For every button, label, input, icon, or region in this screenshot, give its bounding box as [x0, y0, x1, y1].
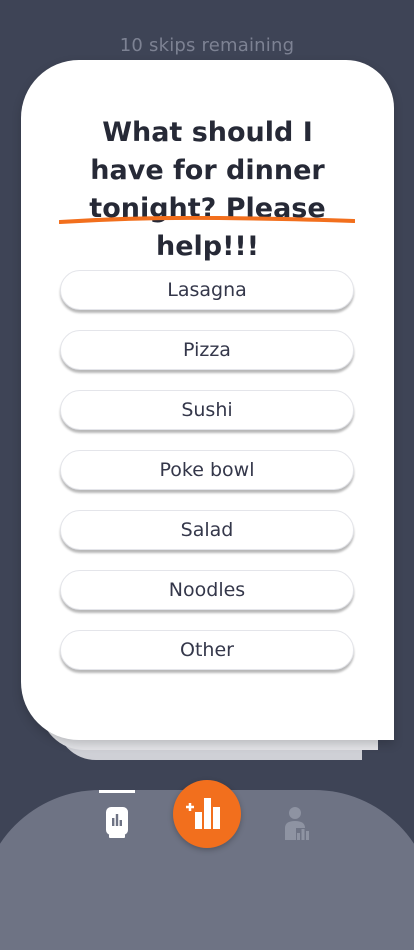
skips-remaining-label: 10 skips remaining — [119, 35, 295, 56]
option-salad-button[interactable]: Salad — [60, 510, 354, 550]
profile-stats-icon — [285, 807, 310, 840]
option-sushi-button[interactable]: Sushi — [60, 390, 354, 430]
tab-feed[interactable] — [104, 806, 130, 840]
question-underline — [59, 216, 355, 224]
tab-profile[interactable] — [283, 806, 311, 840]
option-pizza-button[interactable]: Pizza — [60, 330, 354, 370]
active-tab-indicator — [99, 790, 135, 793]
poll-question: What should I have for dinner tonight? P… — [89, 117, 326, 262]
option-poke-bowl-button[interactable]: Poke bowl — [60, 450, 354, 490]
poll-card: What should I have for dinner tonight? P… — [21, 60, 394, 740]
feed-icon — [106, 807, 128, 838]
create-poll-button[interactable] — [173, 780, 241, 848]
poll-options: Lasagna Pizza Sushi Poke bowl Salad Nood… — [60, 270, 354, 690]
option-lasagna-button[interactable]: Lasagna — [60, 270, 354, 310]
create-poll-icon — [186, 798, 220, 829]
option-other-button[interactable]: Other — [60, 630, 354, 670]
option-noodles-button[interactable]: Noodles — [60, 570, 354, 610]
